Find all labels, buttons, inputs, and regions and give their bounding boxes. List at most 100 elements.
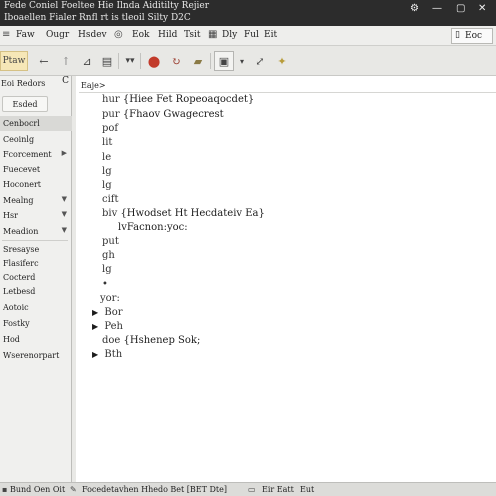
code-line[interactable]: le: [102, 152, 111, 163]
sidebar-top-button[interactable]: Esded: [2, 96, 48, 112]
chevron-down-icon: ▼: [61, 226, 67, 234]
editor-pane[interactable]: Eaje> hur {Hiee Fet Ropeoaqocdet} pur {F…: [76, 76, 496, 482]
chevron-right-icon: ▶: [61, 149, 67, 157]
app-menu-icon[interactable]: ≡: [2, 29, 10, 40]
code-line[interactable]: cift: [102, 194, 119, 205]
code-keyword: Peh: [104, 321, 123, 332]
code-line[interactable]: ▶ Peh: [92, 321, 123, 332]
dropdown-icon[interactable]: ▾: [236, 51, 248, 71]
code-keyword: lg: [102, 264, 112, 275]
image-icon[interactable]: ▣: [214, 51, 234, 71]
pencil-icon[interactable]: ✎: [70, 485, 77, 494]
menu-item-1[interactable]: Faw: [16, 30, 35, 40]
sidebar-item[interactable]: Wserenorpart: [0, 348, 72, 363]
menu-right-field[interactable]: ▯ Eoc: [451, 28, 493, 44]
menu-item-8[interactable]: Ful: [244, 30, 259, 40]
code-line[interactable]: lit: [102, 137, 112, 148]
tag-icon[interactable]: ⊿: [78, 51, 96, 71]
sidebar-item-label: Hod: [3, 335, 20, 344]
code-line[interactable]: yor:: [100, 293, 120, 304]
arrow-left-icon[interactable]: ←: [34, 51, 54, 71]
sidebar-item[interactable]: Meadion ▼: [0, 224, 72, 239]
menu-item-7[interactable]: Dly: [222, 30, 237, 40]
circle-icon[interactable]: ◎: [114, 29, 123, 40]
menu-right-label: Eoc: [465, 31, 483, 41]
menu-item-4[interactable]: Eok: [132, 30, 149, 40]
code-line[interactable]: doe {Hshenep Sok;: [102, 335, 200, 346]
sidebar-item[interactable]: Cenbocrl: [0, 116, 72, 131]
star-icon[interactable]: ✦: [272, 51, 292, 71]
sidebar-item-label: Flasiferc: [3, 259, 39, 268]
code-keyword: biv: [102, 208, 118, 219]
sidebar-item[interactable]: Hoconert: [0, 177, 72, 192]
grid-icon[interactable]: ▦: [208, 29, 217, 40]
code-keyword: yor:: [100, 293, 120, 304]
sidebar: Eoi Redors C Esded Cenbocrl Ceoinlg Fcor…: [0, 76, 72, 482]
sidebar-item[interactable]: Aotoic: [0, 300, 72, 315]
sidebar-item[interactable]: Hsr ▼: [0, 208, 72, 223]
code-line[interactable]: pur {Fhaov Gwagecrest: [102, 109, 224, 120]
toolbar-first-button[interactable]: Ptaw: [0, 51, 28, 71]
menu-item-6[interactable]: Tsit: [184, 30, 200, 40]
refresh-icon[interactable]: ↻: [166, 51, 186, 71]
sidebar-item[interactable]: Fostky: [0, 316, 72, 331]
code-keyword: hur: [102, 94, 120, 105]
sidebar-header-label: Eoi Redors: [1, 78, 46, 88]
code-line[interactable]: put: [102, 236, 119, 247]
expand-triangle-icon[interactable]: ▶: [92, 308, 98, 317]
code-line[interactable]: lvFacnon:yoc:: [118, 222, 188, 233]
menubar: ≡ Faw Ougr Hsdev ◎ Eok Hild Tsit ▦ Dly F…: [0, 26, 496, 46]
code-keyword: cift: [102, 194, 119, 205]
menu-more-icon[interactable]: ▾▾: [122, 51, 138, 71]
arrow-up-icon[interactable]: ↑: [56, 51, 76, 71]
code-line[interactable]: •: [102, 279, 108, 290]
code-line[interactable]: lg: [102, 166, 112, 177]
code-line[interactable]: lg: [102, 180, 112, 191]
expand-icon[interactable]: ⤢: [250, 51, 270, 71]
sidebar-item[interactable]: Fcorcement ▶: [0, 147, 72, 162]
code-line[interactable]: pof: [102, 123, 118, 134]
maximize-icon[interactable]: ▢: [456, 3, 465, 14]
sidebar-item-label: Fcorcement: [3, 150, 52, 159]
sidebar-item[interactable]: Letbesd: [0, 284, 72, 299]
sidebar-item[interactable]: Mealng ▼: [0, 193, 72, 208]
code-line[interactable]: ▶ Bor: [92, 307, 123, 318]
folder-icon[interactable]: ▰: [188, 51, 208, 71]
sidebar-item-label: Letbesd: [3, 287, 36, 296]
code-line[interactable]: gh: [102, 250, 115, 261]
statusbar: ▪ Bund Oen Oit ✎ Focedetavhen Hhedo Bet …: [0, 482, 496, 496]
menu-item-2[interactable]: Ougr: [46, 30, 69, 40]
close-icon[interactable]: ✕: [478, 3, 486, 14]
menu-item-5[interactable]: Hild: [158, 30, 177, 40]
sidebar-item[interactable]: Fuecevet: [0, 162, 72, 177]
sidebar-item[interactable]: Ceoinlg: [0, 132, 72, 147]
code-text: {Hwodset Ht Hecdateiv Ea}: [120, 208, 265, 219]
code-line[interactable]: hur {Hiee Fet Ropeoaqocdet}: [102, 94, 254, 105]
sidebar-divider: [2, 240, 68, 241]
sidebar-item[interactable]: Flasiferc: [0, 256, 72, 271]
code-text: {Hiee Fet Ropeoaqocdet}: [122, 94, 255, 105]
expand-triangle-icon[interactable]: ▶: [92, 322, 98, 331]
menu-item-9[interactable]: Eit: [264, 30, 277, 40]
stop-icon[interactable]: ⬤: [144, 51, 164, 71]
sidebar-header-button[interactable]: C: [62, 76, 69, 86]
doc-icon: ▯: [455, 30, 460, 40]
window-titlebar: Fede Coniel Foeltee Hie Ilnda Aiditilty …: [0, 0, 496, 26]
code-line[interactable]: ▶ Bth: [92, 349, 122, 360]
breadcrumb: Eaje>: [79, 78, 496, 93]
sidebar-item[interactable]: Hod: [0, 332, 72, 347]
sidebar-item[interactable]: Sresayse: [0, 242, 72, 257]
code-line[interactable]: biv {Hwodset Ht Hecdateiv Ea}: [102, 208, 265, 219]
menu-item-3[interactable]: Hsdev: [78, 30, 107, 40]
sidebar-item-label: Cocterd: [3, 273, 36, 282]
code-text: {Fhaov Gwagecrest: [122, 109, 224, 120]
code-keyword: lg: [102, 180, 112, 191]
settings-icon[interactable]: ⚙: [410, 3, 419, 14]
expand-triangle-icon[interactable]: ▶: [92, 350, 98, 359]
code-keyword: lit: [102, 137, 113, 148]
code-line[interactable]: lg: [102, 264, 112, 275]
list-icon[interactable]: ▤: [98, 51, 116, 71]
code-keyword: Bth: [104, 349, 123, 360]
minimize-icon[interactable]: —: [432, 3, 442, 14]
sidebar-item[interactable]: Cocterd: [0, 270, 72, 285]
